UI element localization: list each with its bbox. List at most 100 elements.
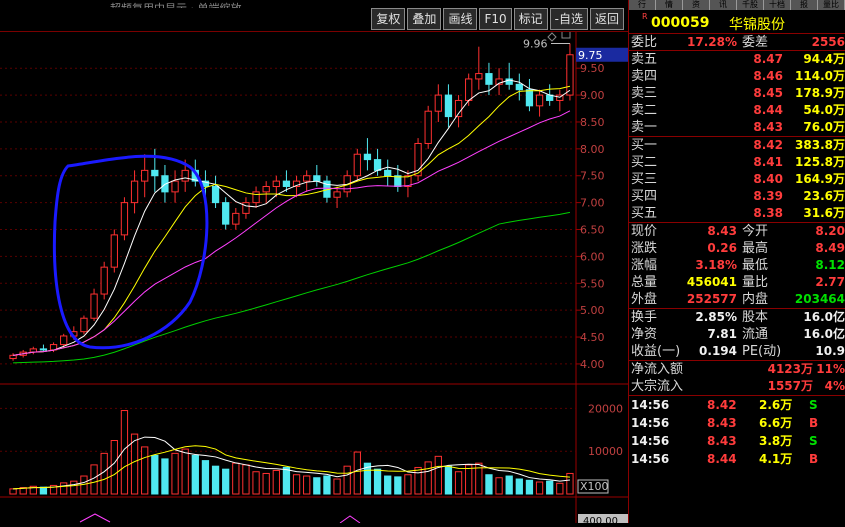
sells-label: 卖二 bbox=[631, 103, 658, 118]
volume-bar bbox=[323, 475, 331, 495]
stock-name[interactable]: 华锦股份 bbox=[729, 14, 785, 34]
buys-price: 8.42 bbox=[753, 138, 783, 152]
sell-orders: 卖五 8.47 94.4万 卖四 8.46 114.0万 卖三 8.45 178.9万 卖二 8.4… bbox=[629, 51, 845, 136]
candle-body bbox=[373, 159, 382, 171]
mark-button[interactable]: 标记 bbox=[513, 8, 548, 30]
flow-percent: 11% bbox=[816, 362, 845, 376]
panel-tab[interactable]: 千股 bbox=[737, 0, 764, 10]
indicator-line bbox=[339, 515, 361, 524]
stock-header: R 000059 华锦股份 bbox=[629, 10, 845, 34]
fundamental-value: 0.194 bbox=[699, 344, 737, 358]
high-price-label: 9.96 bbox=[523, 37, 548, 50]
quote-label: 外盘 bbox=[631, 292, 658, 307]
trade-volume: 4.1万 bbox=[759, 452, 793, 466]
window-title-obscured: 超频复用中显示 · 单端缩放 bbox=[110, 0, 242, 8]
candle-body bbox=[232, 212, 240, 225]
buys-volume: 383.8万 bbox=[795, 138, 845, 152]
buys-price: 8.40 bbox=[753, 172, 783, 186]
volume-bar bbox=[525, 479, 534, 495]
volume-bar bbox=[211, 465, 220, 495]
sells-row[interactable]: 卖四 8.46 114.0万 bbox=[629, 68, 845, 85]
volume-bar bbox=[444, 465, 453, 495]
volume-tick-label: 20000 bbox=[588, 402, 623, 415]
sells-label: 卖四 bbox=[631, 69, 658, 84]
sells-price: 8.46 bbox=[753, 69, 783, 83]
volume-bar bbox=[171, 452, 179, 495]
trade-time: 14:56 bbox=[631, 416, 670, 430]
candle-body bbox=[535, 94, 544, 107]
candle-body bbox=[434, 94, 442, 112]
candle-body bbox=[475, 73, 483, 80]
trade-side: S bbox=[809, 434, 818, 448]
volume-bar bbox=[262, 472, 270, 495]
volume-bar bbox=[384, 475, 392, 495]
webi-row: 委比 17.28% 委差 2556 bbox=[629, 34, 845, 51]
price-tick-label: 8.00 bbox=[580, 143, 605, 156]
quote-row: 现价 8.43 今开 8.20 bbox=[629, 223, 845, 240]
flow-amount: 1557万 bbox=[767, 379, 813, 393]
fuquan-button[interactable]: 复权 bbox=[371, 8, 406, 30]
candle-body bbox=[444, 94, 453, 118]
volume-bar bbox=[394, 476, 402, 495]
sells-volume: 94.4万 bbox=[803, 52, 845, 66]
panel-tab[interactable]: 十档 bbox=[764, 0, 791, 10]
buys-row[interactable]: 买二 8.41 125.8万 bbox=[629, 154, 845, 171]
volume-bar bbox=[465, 464, 473, 495]
flow-label: 大宗流入 bbox=[631, 379, 684, 394]
trade-side: S bbox=[809, 398, 818, 412]
panel-tab[interactable]: 情 bbox=[656, 0, 683, 10]
sells-row[interactable]: 卖一 8.43 76.0万 bbox=[629, 119, 845, 136]
volume-bar bbox=[404, 474, 412, 495]
volume-bar bbox=[454, 471, 463, 495]
kline-chart-svg[interactable]: 9.50 9.00 8.50 8.00 7.50 7.00 6.50 6.00 5.50 5.00… bbox=[0, 29, 628, 527]
buys-row[interactable]: 买五 8.38 31.6万 bbox=[629, 205, 845, 222]
volume-bar bbox=[505, 475, 513, 495]
ma60-line bbox=[13, 211, 571, 364]
buys-row[interactable]: 买一 8.42 383.8万 bbox=[629, 137, 845, 154]
volume-tick-label: 10000 bbox=[588, 445, 623, 458]
panel-tab[interactable]: 量比 bbox=[818, 0, 845, 10]
kline-chart-area[interactable]: 9.50 9.00 8.50 8.00 7.50 7.00 6.50 6.00 5.50 5.00… bbox=[0, 29, 628, 527]
buys-volume: 125.8万 bbox=[795, 155, 845, 169]
draw-line-button[interactable]: 画线 bbox=[443, 8, 478, 30]
buys-volume: 23.6万 bbox=[803, 189, 845, 203]
panel-tab[interactable]: 讯 bbox=[710, 0, 737, 10]
quote-label: 内盘 bbox=[742, 292, 769, 307]
sells-row[interactable]: 卖五 8.47 94.4万 bbox=[629, 51, 845, 68]
candle-body bbox=[141, 169, 149, 182]
trade-row: 14:56 8.44 4.1万 B bbox=[629, 450, 845, 468]
candle-body bbox=[313, 175, 321, 182]
quote-label: 最低 bbox=[742, 258, 769, 273]
candle-body bbox=[100, 266, 108, 295]
capital-flow: 净流入额 4123万 11% 大宗流入 1557万 4% bbox=[629, 361, 845, 395]
buys-row[interactable]: 买四 8.39 23.6万 bbox=[629, 188, 845, 205]
quote-label: 总量 bbox=[631, 275, 658, 290]
buys-label: 买五 bbox=[631, 206, 658, 221]
webi-label: 委比 bbox=[631, 35, 658, 50]
quote-value: 252577 bbox=[686, 292, 737, 306]
trade-time: 14:56 bbox=[631, 452, 670, 466]
price-tick-label: 4.00 bbox=[580, 358, 605, 371]
sells-row[interactable]: 卖二 8.44 54.0万 bbox=[629, 102, 845, 119]
volume-bar bbox=[272, 469, 280, 495]
overlay-button[interactable]: 叠加 bbox=[407, 8, 442, 30]
candle-body bbox=[120, 202, 129, 236]
stock-code[interactable]: 000059 bbox=[651, 15, 709, 31]
quote-stats: 现价 8.43 今开 8.20 涨跌 0.26 最高 8.49 涨幅 3.18% 最低 8.12 总量 4… bbox=[629, 223, 845, 308]
buys-row[interactable]: 买三 8.40 164.9万 bbox=[629, 171, 845, 188]
volume-bar bbox=[333, 478, 341, 495]
candle-body bbox=[39, 348, 48, 351]
trade-volume: 3.8万 bbox=[759, 434, 793, 448]
back-button[interactable]: 返回 bbox=[589, 8, 624, 30]
flow-amount: 4123万 bbox=[767, 362, 813, 376]
panel-tab[interactable]: 资 bbox=[683, 0, 710, 10]
f10-button[interactable]: F10 bbox=[479, 8, 512, 30]
remove-watchlist-button[interactable]: -自选 bbox=[549, 8, 588, 30]
candle-body bbox=[303, 175, 311, 182]
sells-price: 8.47 bbox=[753, 52, 783, 66]
panel-tab[interactable]: 报 bbox=[791, 0, 818, 10]
trade-time: 14:56 bbox=[631, 434, 670, 448]
panel-tab[interactable]: 行 bbox=[629, 0, 656, 10]
volume-bar bbox=[9, 488, 17, 495]
sells-row[interactable]: 卖三 8.45 178.9万 bbox=[629, 85, 845, 102]
